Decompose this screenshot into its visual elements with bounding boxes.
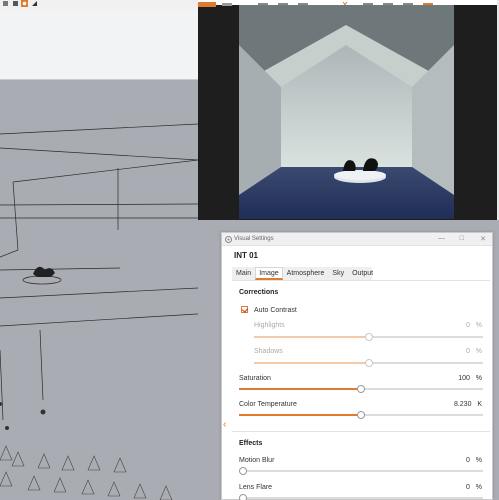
slider-handle[interactable] — [365, 333, 373, 341]
slider-fill — [254, 362, 369, 364]
tab-main[interactable]: Main — [232, 267, 255, 280]
color-temperature-label: Color Temperature — [239, 401, 297, 408]
preset-name[interactable]: INT 01 — [234, 251, 258, 260]
enscape-logo-icon — [225, 236, 232, 243]
visual-settings-titlebar[interactable]: Visual Settings — □ ✕ — [222, 233, 492, 246]
slider-fill — [254, 336, 369, 338]
menu-icon[interactable] — [222, 3, 232, 6]
tool-icon[interactable] — [12, 0, 19, 7]
divider — [232, 431, 490, 432]
maximize-icon[interactable]: □ — [460, 235, 464, 242]
tool-icon[interactable] — [2, 0, 9, 7]
saturation-slider[interactable] — [239, 385, 483, 393]
shadows-slider[interactable] — [254, 359, 483, 367]
saturation-value: 100 % — [458, 375, 482, 382]
host-panel — [0, 9, 198, 80]
highlights-value: 0 % — [466, 322, 482, 329]
divider — [232, 280, 490, 281]
render-image[interactable] — [239, 5, 454, 219]
lens-flare-label: Lens Flare — [239, 484, 273, 491]
slider-handle[interactable] — [357, 385, 365, 393]
render-window — [198, 0, 499, 220]
slider-handle[interactable] — [239, 494, 247, 500]
slider-fill — [239, 388, 361, 390]
shadows-label: Shadows — [254, 348, 283, 355]
tab-bar-items: Main Image Atmosphere Sky Output — [232, 267, 377, 280]
shadows-value: 0 % — [466, 348, 482, 355]
slider-handle[interactable] — [357, 411, 365, 419]
lens-flare-slider[interactable] — [239, 494, 483, 500]
section-heading-corrections: Corrections — [239, 289, 279, 296]
tab-output[interactable]: Output — [348, 267, 377, 280]
enscape-logo-icon[interactable] — [198, 2, 216, 7]
tab-image[interactable]: Image — [255, 267, 283, 280]
auto-contrast-label: Auto Contrast — [254, 307, 297, 314]
highlights-label: Highlights — [254, 322, 285, 329]
auto-contrast-checkbox[interactable] — [241, 306, 248, 313]
motion-blur-label: Motion Blur — [239, 457, 275, 464]
chevron-left-icon[interactable]: ‹ — [223, 419, 226, 430]
visual-settings-window: Visual Settings — □ ✕ INT 01 Main Image … — [221, 232, 493, 500]
saturation-label: Saturation — [239, 375, 271, 382]
enscape-start-icon[interactable] — [21, 0, 28, 7]
tool-icon[interactable] — [31, 0, 38, 7]
color-temperature-value: 8.230 K — [453, 401, 482, 408]
viewport-edge — [198, 220, 222, 500]
tab-atmosphere[interactable]: Atmosphere — [283, 267, 329, 280]
section-heading-effects: Effects — [239, 440, 263, 447]
slider-handle[interactable] — [239, 467, 247, 475]
motion-blur-value: 0 % — [466, 457, 482, 464]
color-temperature-slider[interactable] — [239, 411, 483, 419]
lens-flare-value: 0 % — [466, 484, 482, 491]
slider-handle[interactable] — [365, 359, 373, 367]
host-toolbar — [0, 0, 198, 9]
motion-blur-slider[interactable] — [239, 467, 483, 475]
slider-fill — [239, 414, 361, 416]
window-title: Visual Settings — [234, 236, 274, 242]
highlights-slider[interactable] — [254, 333, 483, 341]
tab-sky[interactable]: Sky — [328, 267, 348, 280]
model-viewport[interactable] — [0, 80, 231, 500]
minimize-icon[interactable]: — — [438, 235, 445, 242]
close-icon[interactable]: ✕ — [480, 235, 486, 243]
